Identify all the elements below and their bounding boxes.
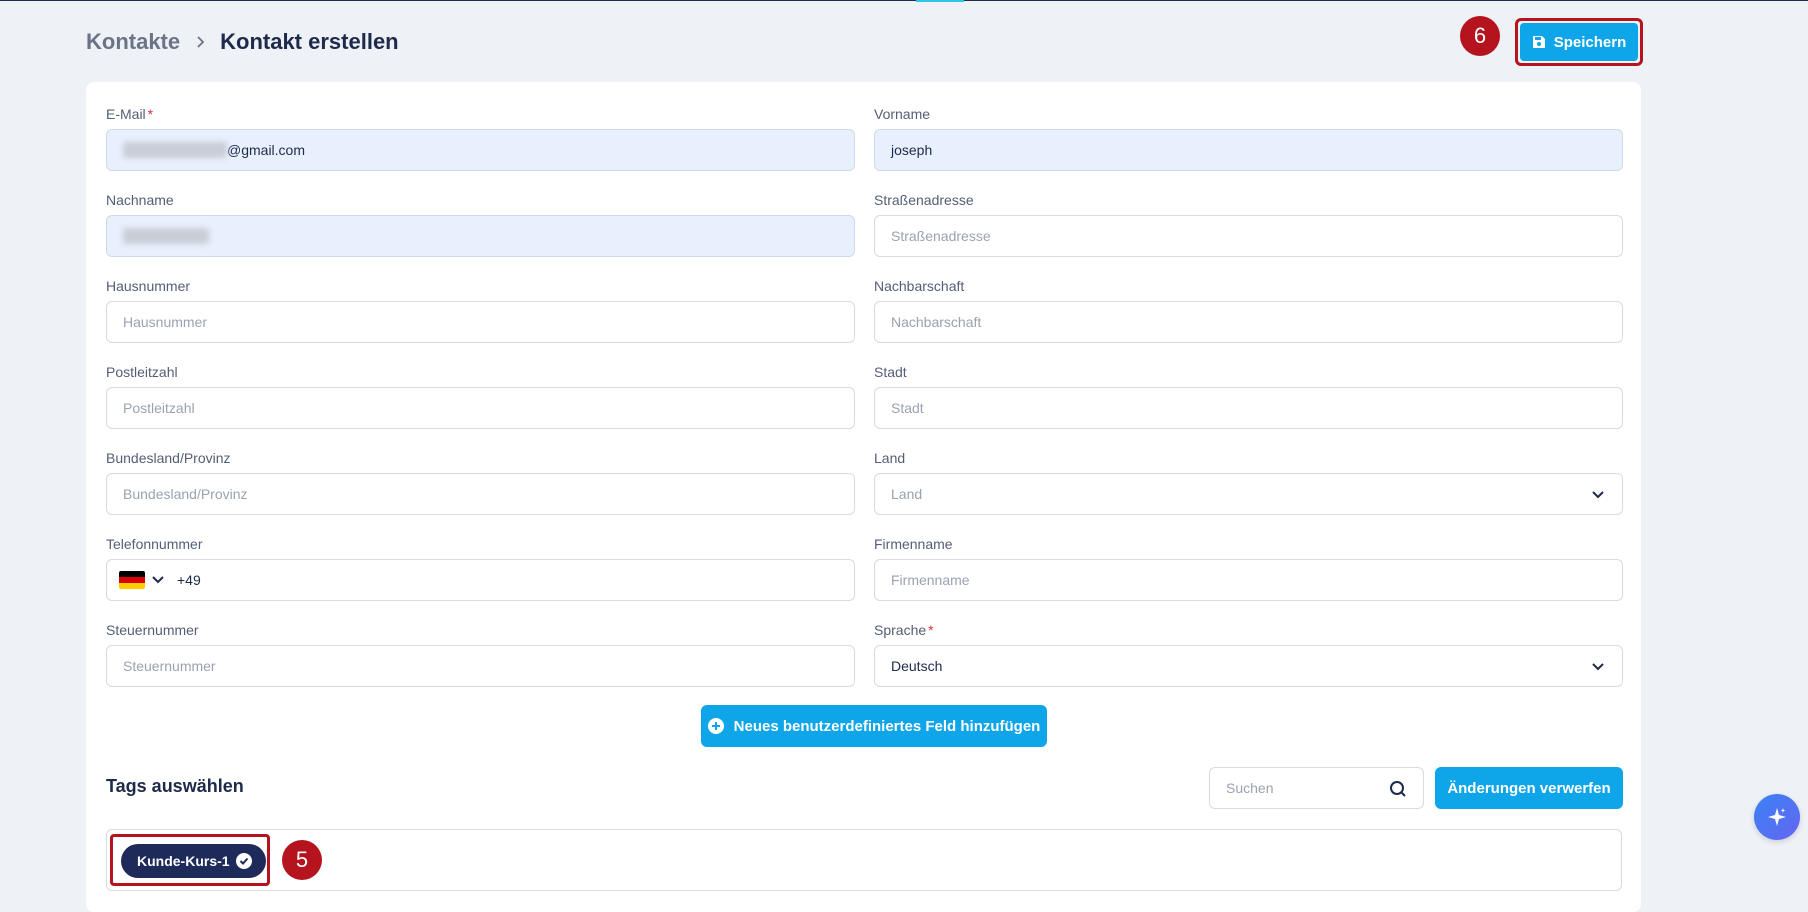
firmenname-placeholder: Firmenname [891, 572, 970, 588]
hausnummer-field-group: Hausnummer Hausnummer [106, 276, 855, 343]
land-label: Land [874, 450, 906, 466]
strasse-field-group: Straßenadresse Straßenadresse [874, 190, 1623, 257]
company-name-field[interactable]: Firmenname [874, 559, 1623, 601]
hausnummer-placeholder: Hausnummer [123, 314, 208, 330]
firmenname-label: Firmenname [874, 536, 953, 552]
house-number-field[interactable]: Hausnummer [106, 301, 855, 343]
plz-label: Postleitzahl [106, 364, 178, 380]
land-field-group: Land Land [874, 448, 1623, 515]
telefon-field-group: Telefonnummer +49 [106, 534, 855, 601]
strasse-placeholder: Straßenadresse [891, 228, 991, 244]
sprache-label: Sprache [874, 622, 927, 638]
stadt-field-group: Stadt Stadt [874, 362, 1623, 429]
chevron-down-icon [1592, 663, 1604, 671]
ai-assistant-button[interactable] [1754, 794, 1800, 840]
country-select[interactable]: Land [874, 473, 1623, 515]
bundesland-label: Bundesland/Provinz [106, 450, 231, 466]
bundesland-placeholder: Bundesland/Provinz [123, 486, 248, 502]
phone-field[interactable]: +49 [106, 559, 855, 601]
plz-field-group: Postleitzahl Postleitzahl [106, 362, 855, 429]
tags-section-title: Tags auswählen [106, 776, 244, 796]
redacted-text [123, 228, 209, 244]
step-badge-5: 5 [282, 840, 322, 880]
loading-indicator [916, 0, 964, 2]
vorname-value: joseph [891, 142, 933, 158]
plz-placeholder: Postleitzahl [123, 400, 195, 416]
sparkle-icon [1768, 808, 1786, 826]
tag-search-placeholder: Suchen [1226, 780, 1274, 796]
telefon-label: Telefonnummer [106, 536, 203, 552]
nachname-field[interactable] [106, 215, 855, 257]
firmenname-field-group: Firmenname Firmenname [874, 534, 1623, 601]
redacted-text [123, 142, 227, 158]
vorname-field[interactable]: joseph [874, 129, 1623, 171]
email-field[interactable]: @gmail.com [106, 129, 855, 171]
tag-chip-label: Kunde-Kurs-1 [137, 853, 230, 869]
floppy-disk-icon [1532, 36, 1545, 48]
tax-number-field[interactable]: Steuernummer [106, 645, 855, 687]
check-circle-icon [235, 853, 252, 869]
nachbarschaft-field-group: Nachbarschaft Nachbarschaft [874, 276, 1623, 343]
search-icon[interactable] [1389, 780, 1407, 798]
save-button[interactable]: Speichern [1520, 23, 1638, 61]
stadt-placeholder: Stadt [891, 400, 924, 416]
street-address-field[interactable]: Straßenadresse [874, 215, 1623, 257]
germany-flag-icon[interactable] [119, 571, 145, 589]
nachname-field-group: Nachname [106, 190, 855, 257]
email-value: @gmail.com [227, 142, 306, 158]
steuernummer-placeholder: Steuernummer [123, 658, 216, 674]
chevron-down-icon [1592, 491, 1604, 499]
chevron-right-icon [197, 36, 205, 48]
email-label: E-Mail [106, 106, 146, 122]
vorname-label: Vorname [874, 106, 931, 122]
city-field[interactable]: Stadt [874, 387, 1623, 429]
add-custom-field-button[interactable]: Neues benutzerdefiniertes Feld hinzufüge… [701, 705, 1047, 747]
email-field-group: E-Mail * @gmail.com [106, 104, 855, 171]
chevron-down-icon[interactable] [151, 573, 165, 587]
tag-chip[interactable]: Kunde-Kurs-1 [121, 844, 266, 878]
state-field[interactable]: Bundesland/Provinz [106, 473, 855, 515]
save-button-label: Speichern [1553, 33, 1627, 51]
vorname-field-group: Vorname joseph [874, 104, 1623, 171]
hausnummer-label: Hausnummer [106, 278, 191, 294]
postal-code-field[interactable]: Postleitzahl [106, 387, 855, 429]
required-marker: * [147, 106, 154, 122]
nachname-label: Nachname [106, 192, 174, 208]
sprache-field-group: Sprache * Deutsch [874, 620, 1623, 687]
strasse-label: Straßenadresse [874, 192, 974, 208]
sprache-value: Deutsch [891, 658, 943, 674]
nachbarschaft-placeholder: Nachbarschaft [891, 314, 982, 330]
breadcrumb-contacts-link[interactable]: Kontakte [86, 29, 180, 55]
bundesland-field-group: Bundesland/Provinz Bundesland/Provinz [106, 448, 855, 515]
discard-changes-button[interactable]: Änderungen verwerfen [1435, 767, 1623, 809]
step-badge-6: 6 [1460, 16, 1500, 56]
neighborhood-field[interactable]: Nachbarschaft [874, 301, 1623, 343]
save-highlight: Speichern [1515, 18, 1643, 66]
required-marker: * [928, 622, 934, 638]
plus-circle-icon [707, 718, 724, 734]
page-title: Kontakt erstellen [220, 29, 399, 54]
nachbarschaft-label: Nachbarschaft [874, 278, 965, 294]
tag-search-input[interactable]: Suchen [1209, 767, 1424, 809]
add-custom-field-label: Neues benutzerdefiniertes Feld hinzufüge… [733, 717, 1041, 735]
phone-value: +49 [177, 572, 201, 588]
tag-list [106, 829, 1622, 891]
steuernummer-field-group: Steuernummer Steuernummer [106, 620, 855, 687]
language-select[interactable]: Deutsch [874, 645, 1623, 687]
breadcrumb: Kontakte Kontakt erstellen [86, 26, 399, 58]
top-border [0, 0, 1808, 1]
land-placeholder: Land [891, 486, 923, 502]
stadt-label: Stadt [874, 364, 907, 380]
steuernummer-label: Steuernummer [106, 622, 199, 638]
